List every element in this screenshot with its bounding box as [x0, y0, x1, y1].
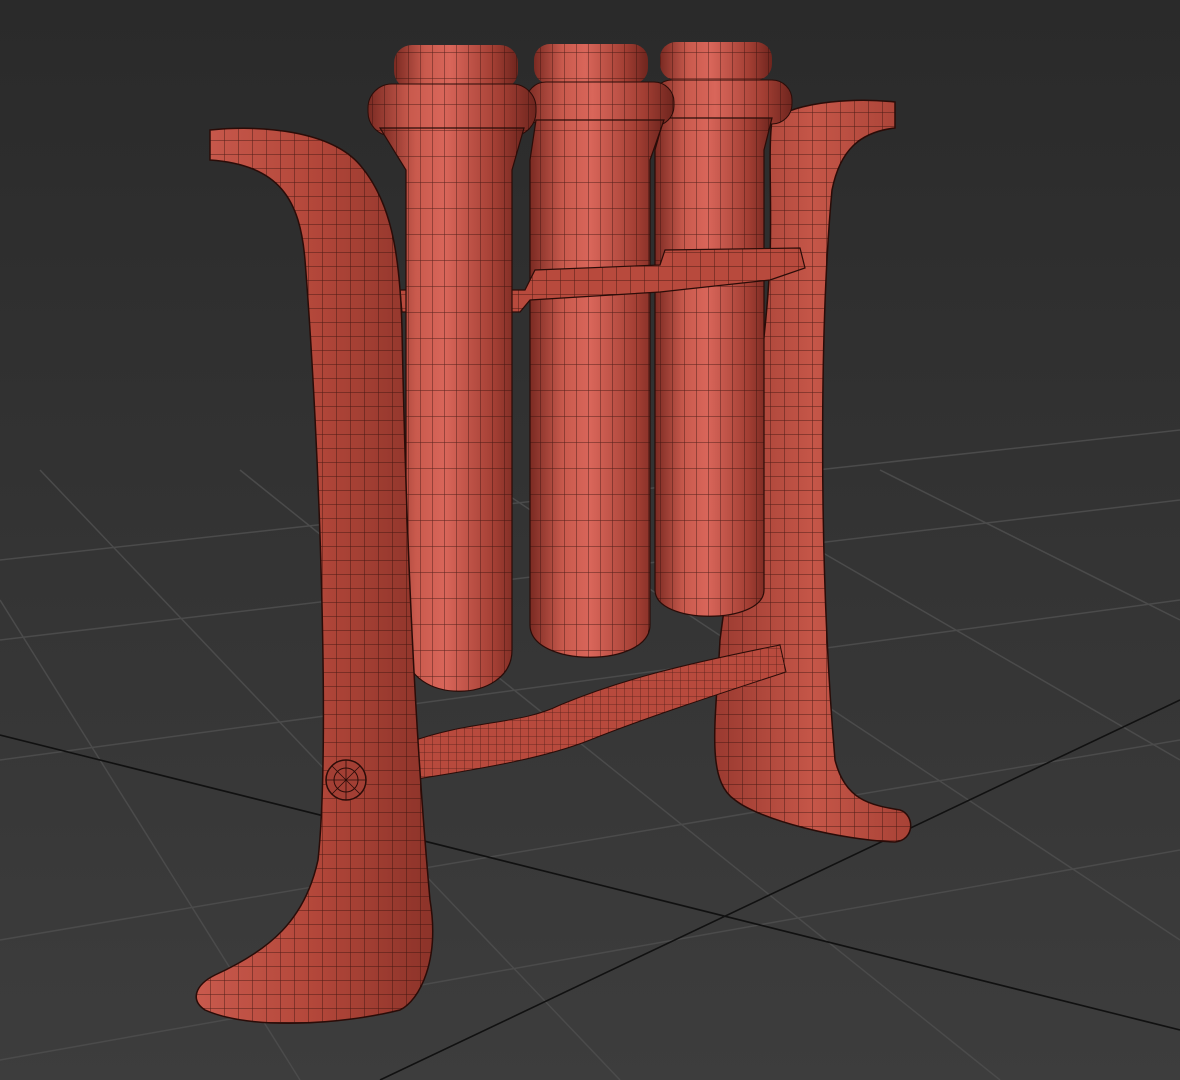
3d-viewport[interactable] — [0, 0, 1180, 1080]
bolt — [325, 759, 367, 801]
scene-render — [0, 0, 1180, 1080]
